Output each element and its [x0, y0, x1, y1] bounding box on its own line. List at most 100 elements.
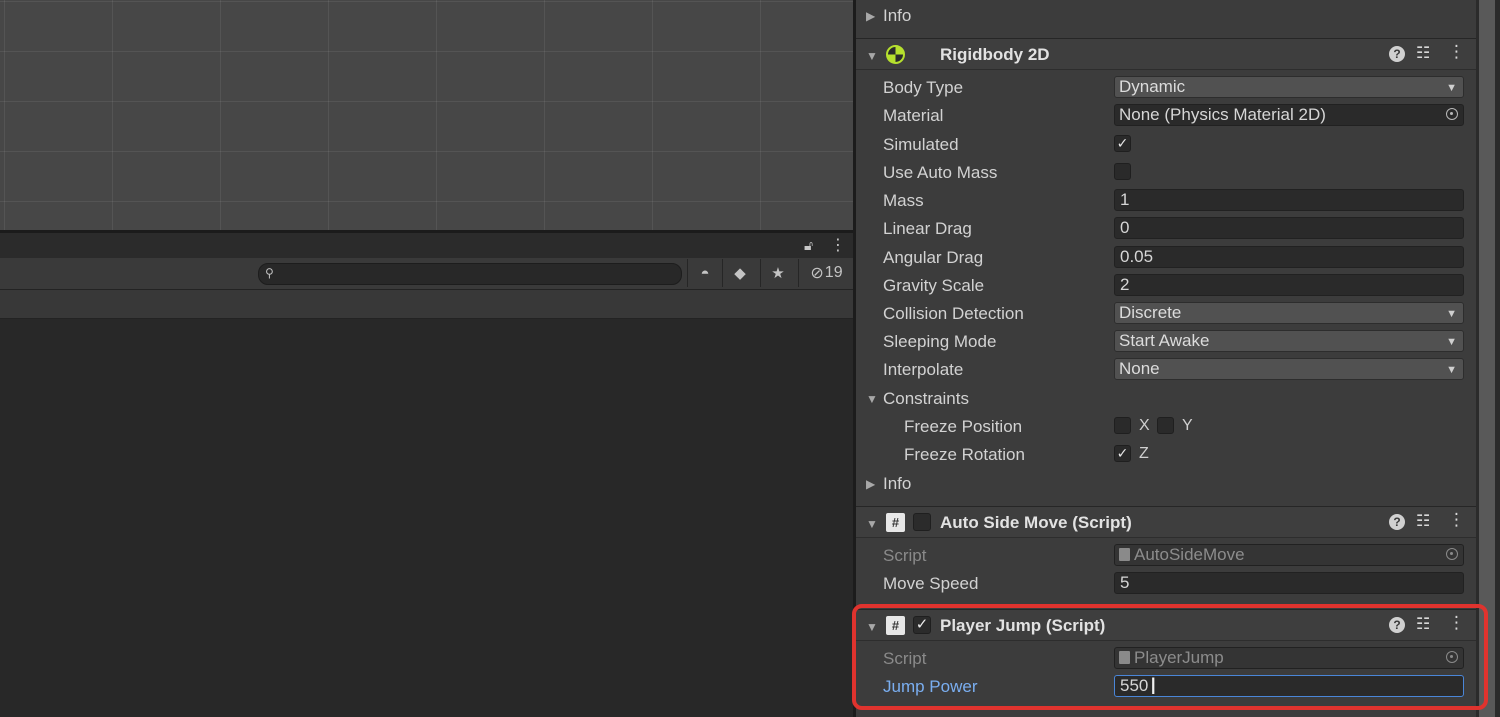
- rigidbody-2d-icon: [886, 45, 905, 64]
- presets-icon[interactable]: ☷: [1416, 614, 1430, 634]
- gravity-scale-label: Gravity Scale: [883, 276, 985, 295]
- auto-side-move-header[interactable]: ▼ # Auto Side Move (Script) ? ☷ ⋮: [856, 506, 1476, 538]
- jump-power-row: Jump Power 550: [856, 672, 1476, 700]
- use-auto-mass-label: Use Auto Mass: [883, 163, 998, 182]
- material-object-field[interactable]: None (Physics Material 2D): [1114, 104, 1464, 126]
- collapse-arrow-icon[interactable]: ▼: [866, 517, 878, 531]
- hidden-packages-toggle[interactable]: ⊘ 19: [798, 259, 854, 287]
- linear-drag-row: Linear Drag 0: [856, 214, 1476, 242]
- freeze-position-x-checkbox[interactable]: [1114, 417, 1131, 434]
- sleeping-mode-row: Sleeping Mode Start Awake ▼: [856, 327, 1476, 355]
- search-box[interactable]: ⚲: [258, 263, 682, 285]
- favorites-star-icon[interactable]: ★: [760, 259, 795, 287]
- filter-by-type-icon[interactable]: ◓: [687, 259, 722, 287]
- eye-slash-icon: ⊘: [810, 265, 824, 282]
- jump-power-field[interactable]: 550: [1114, 675, 1464, 697]
- rigidbody-2d-header[interactable]: ▼ Rigidbody 2D ? ☷ ⋮: [856, 38, 1476, 70]
- component-enable-checkbox[interactable]: ✓: [913, 616, 931, 634]
- script-value: AutoSideMove: [1134, 545, 1245, 564]
- object-picker-icon: [1446, 548, 1458, 560]
- gravity-scale-field[interactable]: 2: [1114, 274, 1464, 296]
- collision-detection-label: Collision Detection: [883, 304, 1024, 323]
- constraints-foldout[interactable]: ▼ Constraints: [856, 384, 1476, 412]
- filter-by-label-icon[interactable]: ◆: [722, 259, 757, 287]
- collapse-arrow-icon[interactable]: ▼: [866, 392, 878, 406]
- scene-view[interactable]: [0, 0, 853, 230]
- expand-arrow-icon[interactable]: ▶: [866, 477, 875, 491]
- lower-panel-toolbar: ⚲ ◓ ◆ ★ ⊘ 19: [0, 258, 853, 290]
- info-foldout[interactable]: ▶ Info: [856, 469, 1476, 497]
- sleeping-mode-dropdown[interactable]: Start Awake ▼: [1114, 330, 1464, 352]
- component-enable-checkbox[interactable]: [913, 513, 931, 531]
- object-picker-icon[interactable]: [1446, 108, 1458, 120]
- interpolate-label: Interpolate: [883, 360, 964, 379]
- script-object-field: AutoSideMove: [1114, 544, 1464, 566]
- gravity-scale-row: Gravity Scale 2: [856, 271, 1476, 299]
- dropdown-arrow-icon: ▼: [1446, 82, 1457, 94]
- axis-x-label: X: [1139, 417, 1150, 434]
- script-label: Script: [883, 546, 927, 565]
- body-type-dropdown[interactable]: Dynamic ▼: [1114, 76, 1464, 98]
- search-icon: ⚲: [265, 266, 274, 280]
- move-speed-field[interactable]: 5: [1114, 572, 1464, 594]
- jump-power-label: Jump Power: [883, 677, 978, 696]
- body-type-row: Body Type Dynamic ▼: [856, 73, 1476, 101]
- help-icon[interactable]: ?: [1389, 46, 1405, 62]
- script-file-icon: [1119, 548, 1130, 561]
- linear-drag-field[interactable]: 0: [1114, 217, 1464, 239]
- search-input[interactable]: [281, 265, 675, 283]
- component-menu-icon[interactable]: ⋮: [1448, 613, 1465, 633]
- help-icon[interactable]: ?: [1389, 617, 1405, 633]
- component-menu-icon[interactable]: ⋮: [1448, 510, 1465, 530]
- inspector-scrollbar[interactable]: [1476, 0, 1500, 717]
- lower-panel-content: [0, 319, 853, 717]
- interpolate-value: None: [1119, 359, 1160, 378]
- script-icon: #: [886, 513, 905, 532]
- object-picker-icon: [1446, 651, 1458, 663]
- collapse-arrow-icon[interactable]: ▼: [866, 49, 878, 63]
- script-object-field: PlayerJump: [1114, 647, 1464, 669]
- simulated-label: Simulated: [883, 135, 959, 154]
- inspector-panel: ▶ Info ▼ Rigidbody 2D ? ☷ ⋮ Body Type Dy…: [856, 0, 1476, 717]
- player-jump-script-row: Script PlayerJump: [856, 644, 1476, 672]
- angular-drag-row: Angular Drag 0.05: [856, 243, 1476, 271]
- simulated-row: Simulated ✓: [856, 130, 1476, 158]
- collapse-arrow-icon[interactable]: ▼: [866, 620, 878, 634]
- info-foldout-top[interactable]: ▶ Info: [856, 1, 1476, 29]
- more-options-icon[interactable]: ⋮: [830, 235, 846, 255]
- axis-z-label: Z: [1139, 445, 1149, 462]
- dropdown-arrow-icon: ▼: [1446, 364, 1457, 376]
- component-title: Auto Side Move (Script): [940, 513, 1132, 532]
- lock-icon[interactable]: 🔓︎: [804, 237, 813, 254]
- text-cursor-icon: I: [1150, 675, 1157, 700]
- simulated-checkbox[interactable]: ✓: [1114, 135, 1131, 152]
- component-title: Player Jump (Script): [940, 616, 1106, 635]
- help-icon[interactable]: ?: [1389, 514, 1405, 530]
- scrollbar-thumb[interactable]: [1479, 0, 1495, 717]
- angular-drag-field[interactable]: 0.05: [1114, 246, 1464, 268]
- presets-icon[interactable]: ☷: [1416, 43, 1430, 63]
- interpolate-dropdown[interactable]: None ▼: [1114, 358, 1464, 380]
- interpolate-row: Interpolate None ▼: [856, 355, 1476, 383]
- auto-side-move-script-row: Script AutoSideMove: [856, 541, 1476, 569]
- use-auto-mass-checkbox[interactable]: [1114, 163, 1131, 180]
- mass-field[interactable]: 1: [1114, 189, 1464, 211]
- freeze-rotation-z-checkbox[interactable]: ✓: [1114, 445, 1131, 462]
- freeze-position-y-checkbox[interactable]: [1157, 417, 1174, 434]
- move-speed-label: Move Speed: [883, 574, 979, 593]
- presets-icon[interactable]: ☷: [1416, 511, 1430, 531]
- lower-panel-tab-bar: 🔓︎ ⋮: [0, 233, 853, 258]
- material-value: None (Physics Material 2D): [1119, 105, 1326, 124]
- material-label: Material: [883, 106, 944, 125]
- info-label: Info: [883, 6, 912, 25]
- linear-drag-label: Linear Drag: [883, 219, 972, 238]
- expand-arrow-icon[interactable]: ▶: [866, 9, 875, 23]
- dropdown-arrow-icon: ▼: [1446, 336, 1457, 348]
- script-value: PlayerJump: [1134, 648, 1224, 667]
- freeze-rotation-label: Freeze Rotation: [904, 445, 1025, 464]
- constraints-label: Constraints: [883, 389, 969, 408]
- collision-detection-dropdown[interactable]: Discrete ▼: [1114, 302, 1464, 324]
- freeze-rotation-row: Freeze Rotation ✓ Z: [856, 440, 1476, 468]
- player-jump-header[interactable]: ▼ # ✓ Player Jump (Script) ? ☷ ⋮: [856, 609, 1476, 641]
- component-menu-icon[interactable]: ⋮: [1448, 42, 1465, 62]
